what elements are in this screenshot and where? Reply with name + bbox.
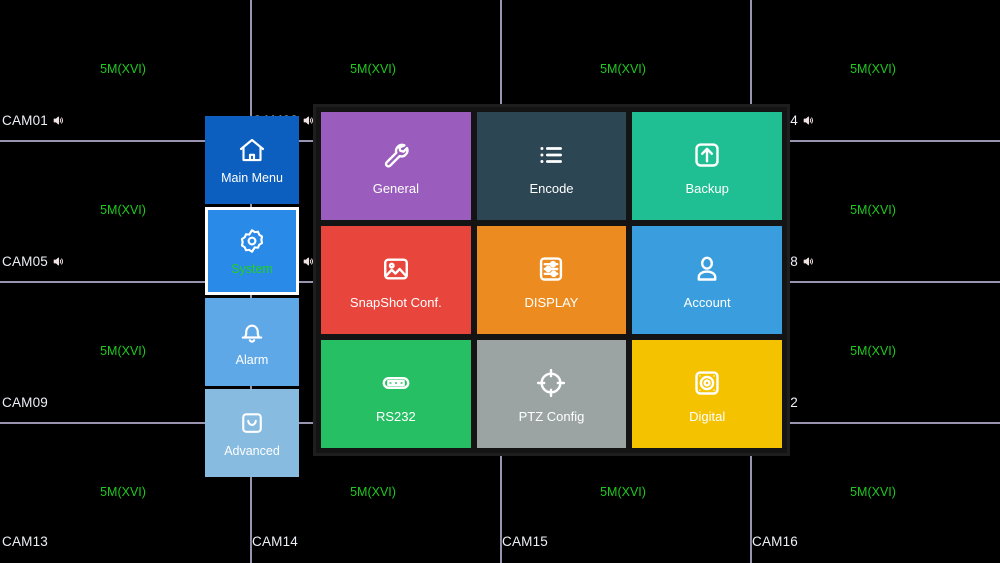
menu-tile-digital[interactable]: Digital	[632, 340, 782, 448]
serial-icon	[379, 366, 413, 400]
camera-resolution-badge: 5M(XVI)	[600, 485, 646, 499]
camera-resolution-badge: 5M(XVI)	[850, 485, 896, 499]
camera-resolution-badge: 5M(XVI)	[850, 203, 896, 217]
camera-resolution-badge: 5M(XVI)	[100, 203, 146, 217]
menu-tile-account[interactable]: Account	[632, 226, 782, 334]
menu-tile-label: SnapShot Conf.	[349, 294, 442, 310]
menu-tile-label: Account	[683, 294, 731, 310]
upload-icon	[690, 138, 724, 172]
camera-channel-label[interactable]: CAM05	[2, 254, 65, 269]
camera-resolution-badge: 5M(XVI)	[100, 485, 146, 499]
camera-channel-label[interactable]: CAM13	[2, 534, 48, 549]
menu-tile-label: Digital	[689, 408, 726, 424]
camera-channel-name: CAM05	[2, 254, 49, 269]
menu-tile-label: Backup	[685, 180, 729, 196]
menu-sidebar: Main Menu System Alarm Advanced	[205, 116, 299, 480]
sidebar-item-label: Advanced	[224, 444, 280, 458]
gear-icon	[237, 226, 267, 256]
camera-resolution-badge: 5M(XVI)	[850, 62, 896, 76]
camera-resolution-badge: 5M(XVI)	[350, 485, 396, 499]
camera-channel-label[interactable]: CAM01	[2, 113, 65, 128]
bell-icon	[237, 317, 267, 347]
camera-channel-name: CAM01	[2, 113, 49, 128]
menu-tile-label: DISPLAY	[524, 294, 579, 310]
camera-channel-name: CAM14	[252, 534, 299, 549]
menu-tile-encode[interactable]: Encode	[476, 112, 627, 220]
home-icon	[237, 135, 267, 165]
sidebar-item-label: Alarm	[235, 353, 269, 367]
sidebar-item-label: System	[231, 262, 273, 276]
system-menu-grid: General Encode Backup SnapShot Conf. DISPLAY…	[313, 104, 790, 456]
list-icon	[534, 138, 568, 172]
sidebar-item-alarm[interactable]: Alarm	[205, 298, 299, 386]
speaker-mute-icon[interactable]	[52, 255, 65, 268]
camera-channel-name: CAM16	[752, 534, 799, 549]
camera-channel-label[interactable]: CAM09	[2, 395, 48, 410]
sidebar-item-system[interactable]: System	[205, 207, 299, 295]
speaker-mute-icon[interactable]	[802, 114, 815, 127]
camera-channel-name: CAM09	[2, 395, 49, 410]
camera-resolution-badge: 5M(XVI)	[100, 62, 146, 76]
sidebar-item-label: Main Menu	[221, 171, 283, 185]
wrench-icon	[379, 138, 413, 172]
camera-resolution-badge: 5M(XVI)	[100, 344, 146, 358]
camera-resolution-badge: 5M(XVI)	[350, 62, 396, 76]
speaker-mute-icon[interactable]	[802, 255, 815, 268]
camera-channel-label[interactable]: CAM16	[752, 534, 798, 549]
menu-tile-label: PTZ Config	[518, 408, 585, 424]
menu-tile-rs232[interactable]: RS232	[321, 340, 471, 448]
menu-tile-label: Encode	[529, 180, 574, 196]
camera-channel-name: CAM13	[2, 534, 49, 549]
menu-tile-general[interactable]: General	[321, 112, 471, 220]
camera-channel-label[interactable]: CAM15	[502, 534, 548, 549]
camera-resolution-badge: 5M(XVI)	[600, 62, 646, 76]
menu-tile-label: General	[372, 180, 419, 196]
menu-tile-backup[interactable]: Backup	[632, 112, 782, 220]
camera-icon	[690, 366, 724, 400]
sidebar-item-advanced[interactable]: Advanced	[205, 389, 299, 477]
dvr-live-view-screen: CAM015M(XVI)CAM025M(XVI)CAM035M(XVI)CAM0…	[0, 0, 1000, 563]
image-icon	[379, 252, 413, 286]
menu-tile-label: RS232	[375, 408, 416, 424]
sliders-icon	[534, 252, 568, 286]
advanced-icon	[237, 408, 267, 438]
sidebar-item-main-menu[interactable]: Main Menu	[205, 116, 299, 204]
speaker-mute-icon[interactable]	[52, 114, 65, 127]
menu-tile-snapshot-conf[interactable]: SnapShot Conf.	[321, 226, 471, 334]
camera-channel-label[interactable]: CAM14	[252, 534, 298, 549]
camera-resolution-badge: 5M(XVI)	[850, 344, 896, 358]
camera-channel-name: CAM15	[502, 534, 549, 549]
menu-tile-display[interactable]: DISPLAY	[476, 226, 627, 334]
menu-tile-ptz-config[interactable]: PTZ Config	[476, 340, 627, 448]
user-icon	[690, 252, 724, 286]
ptz-icon	[534, 366, 568, 400]
